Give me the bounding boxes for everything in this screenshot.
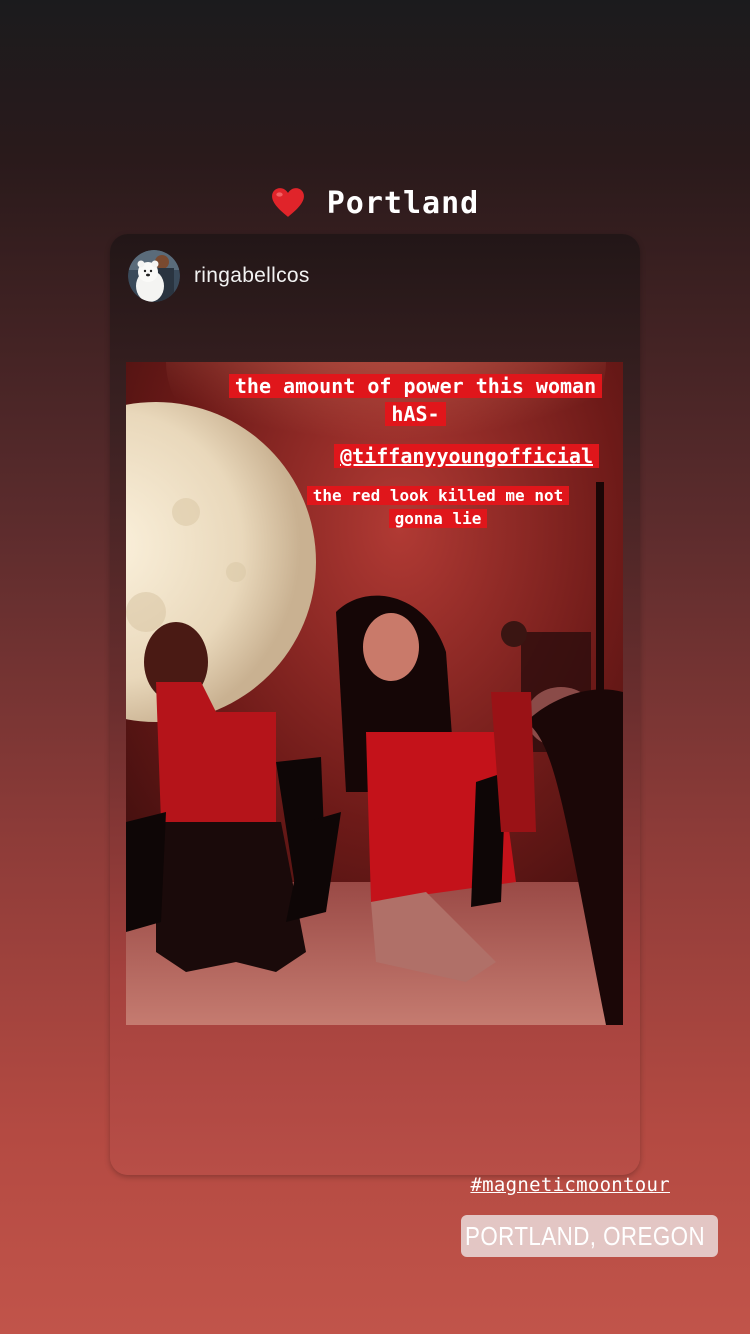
hashtag-sticker[interactable]: #magneticmoontour [470,1174,670,1196]
post-photo[interactable]: the amount of power this woman hAS- @tif… [126,362,623,1025]
caption-red-look: the red look killed me not gonna lie [288,484,588,530]
location-sticker[interactable]: PORTLAND, OREGON [461,1215,718,1257]
shared-post-card[interactable]: ringabellcos the amount of power this wo… [110,234,640,1175]
location-text: PORTLAND, OREGON [464,1220,705,1251]
heart-icon [271,188,304,217]
story-title: Portland [0,180,750,226]
post-header[interactable]: ringabellcos [128,250,622,302]
caption-mention[interactable]: @tiffanyyoungofficial [334,442,599,470]
caption-power: the amount of power this woman hAS- [223,372,608,428]
post-username[interactable]: ringabellcos [194,264,310,288]
avatar[interactable] [128,250,180,302]
story-title-text: Portland [326,185,480,221]
mention-link[interactable]: @tiffanyyoungofficial [340,444,593,468]
